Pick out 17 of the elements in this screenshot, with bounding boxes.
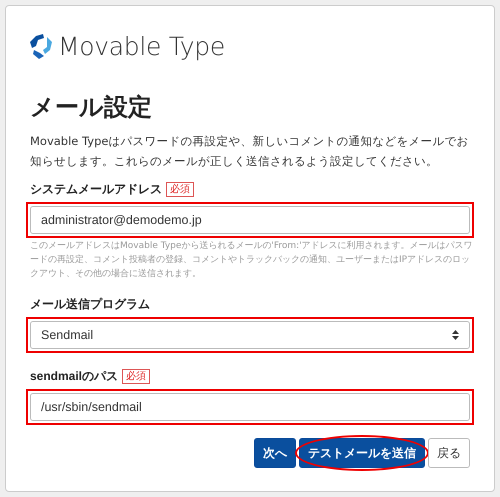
field-hint: このメールアドレスはMovable Typeから送られるメールの'From:'アドレスに利用されます。メールはパスワードの再設定、コメント投稿者の登録、コメントやトラックバックの通知、ユーザーまたはIPアドレスのロックアウト、その他の場合に送信されます。 <box>30 240 474 281</box>
logo-text: Movable Type <box>58 32 225 61</box>
field-label: システムメールアドレス <box>30 181 162 198</box>
input-field[interactable]: administrator@demodemo.jp <box>30 206 470 234</box>
select-arrows-icon <box>452 330 459 340</box>
field-label: sendmailのパス <box>30 368 118 385</box>
page-heading: メール設定 <box>30 92 153 123</box>
field-label: メール送信プログラム <box>30 296 150 313</box>
logo-icon <box>30 34 54 60</box>
send-test-button[interactable]: テストメールを送信 <box>299 438 425 468</box>
back-button[interactable]: 戻る <box>428 438 470 468</box>
program-select[interactable]: Sendmail <box>30 321 470 349</box>
required-badge: 必須 <box>122 369 150 384</box>
required-badge: 必須 <box>166 182 194 197</box>
input-field[interactable]: /usr/sbin/sendmail <box>30 393 470 421</box>
next-button[interactable]: 次へ <box>254 438 296 468</box>
intro-text: Movable Typeはパスワードの再設定や、新しいコメントの通知などをメールでお知らせします。これらのメールが正しく送信されるよう設定してください。 <box>30 133 470 170</box>
